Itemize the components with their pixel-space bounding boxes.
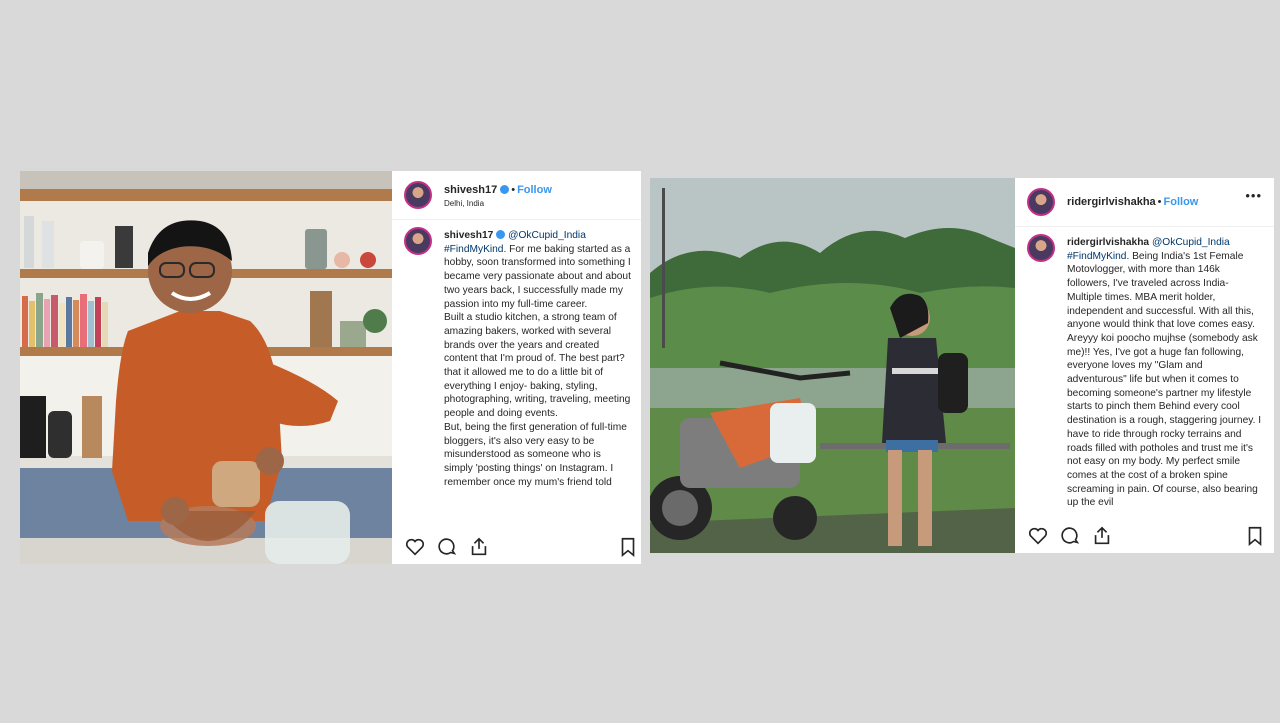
- more-options-icon[interactable]: •••: [1245, 188, 1262, 203]
- location-link[interactable]: Delhi, India: [444, 199, 484, 208]
- caption-username[interactable]: ridergirlvishakha: [1067, 237, 1149, 248]
- post-photo-baker[interactable]: [20, 171, 392, 564]
- comment-icon[interactable]: [1059, 525, 1081, 547]
- post-side-panel: shivesh17 • Follow Delhi, India shivesh17 …: [392, 171, 641, 564]
- share-icon[interactable]: [468, 536, 490, 558]
- avatar[interactable]: [1027, 188, 1055, 216]
- mention-link[interactable]: @OkCupid_India: [508, 230, 586, 241]
- caption-text: shivesh17 @OkCupid_India #FindMyKind. Fo…: [444, 229, 631, 489]
- heart-icon[interactable]: [1027, 525, 1049, 547]
- hashtag-link[interactable]: #FindMyKind.: [444, 244, 506, 255]
- caption-comment: shivesh17 @OkCupid_India #FindMyKind. Fo…: [404, 227, 631, 524]
- post-photo-rider[interactable]: [650, 178, 1015, 553]
- mention-link[interactable]: @OkCupid_India: [1152, 237, 1230, 248]
- share-icon[interactable]: [1091, 525, 1113, 547]
- instagram-post-left: shivesh17 • Follow Delhi, India shivesh17 …: [20, 171, 641, 564]
- separator-dot: •: [1157, 196, 1162, 208]
- baker-kitchen-photo: [20, 171, 392, 564]
- header-divider: [1015, 226, 1274, 227]
- post-side-panel: ridergirlvishakha • Follow ••• ridergirlvi…: [1015, 178, 1274, 553]
- caption-username[interactable]: shivesh17: [444, 230, 493, 241]
- verified-badge-icon: [500, 185, 510, 194]
- avatar[interactable]: [1027, 234, 1055, 262]
- follow-button[interactable]: Follow: [517, 184, 552, 196]
- follow-button[interactable]: Follow: [1164, 196, 1199, 208]
- rider-motorcycle-photo: [650, 178, 1015, 553]
- heart-icon[interactable]: [404, 536, 426, 558]
- verified-badge-icon: [496, 230, 506, 239]
- post-actions: [1027, 525, 1266, 547]
- username[interactable]: ridergirlvishakha: [1067, 196, 1156, 208]
- caption-comment: ridergirlvishakha @OkCupid_India #FindMy…: [1027, 234, 1264, 513]
- header-divider: [392, 219, 641, 220]
- bookmark-icon[interactable]: [617, 536, 639, 558]
- bookmark-icon[interactable]: [1244, 525, 1266, 547]
- post-header-username-line: ridergirlvishakha • Follow: [1067, 196, 1198, 208]
- post-header-username-line: shivesh17 • Follow: [444, 184, 552, 196]
- caption-paragraph: Built a studio kitchen, a strong team of…: [444, 312, 631, 420]
- instagram-post-right: ridergirlvishakha • Follow ••• ridergirlvi…: [650, 178, 1274, 553]
- comment-icon[interactable]: [436, 536, 458, 558]
- post-actions: [404, 536, 635, 558]
- post-header: shivesh17 • Follow Delhi, India: [404, 181, 631, 211]
- hashtag-link[interactable]: #FindMyKind.: [1067, 251, 1129, 262]
- separator-dot: •: [511, 184, 516, 196]
- username[interactable]: shivesh17: [444, 184, 497, 196]
- caption-paragraph: Being India's 1st Female Motovlogger, wi…: [1067, 250, 1262, 509]
- avatar[interactable]: [404, 181, 432, 209]
- avatar[interactable]: [404, 227, 432, 255]
- caption-text: ridergirlvishakha @OkCupid_India #FindMy…: [1067, 236, 1264, 510]
- post-header: ridergirlvishakha • Follow •••: [1027, 188, 1264, 218]
- caption-paragraph: But, being the first generation of full-…: [444, 421, 627, 488]
